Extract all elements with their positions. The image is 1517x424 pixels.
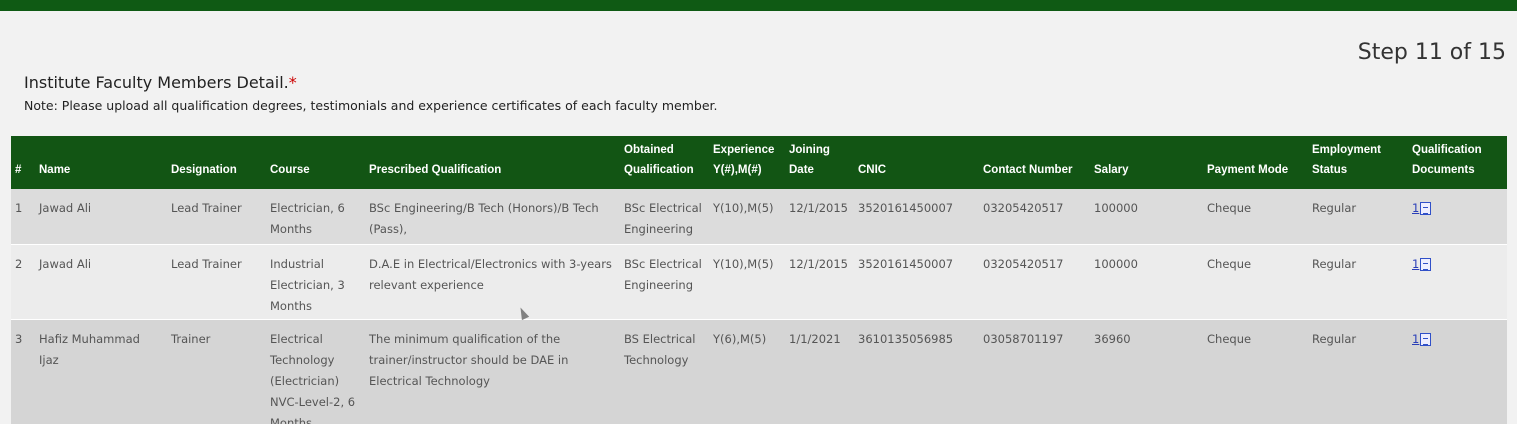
cell-name: Jawad Ali (35, 244, 167, 320)
cell-cnic: 3520161450007 (854, 244, 979, 320)
table-row: 2 Jawad Ali Lead Trainer Industrial Elec… (11, 244, 1507, 320)
cell-employment: Regular (1312, 331, 1357, 346)
cell-salary: 100000 (1090, 189, 1203, 245)
cell-salary: 36960 (1094, 331, 1131, 346)
cell-prescribed: D.A.E in Electrical/Electronics with 3-y… (365, 244, 620, 320)
cell-course: Electrical Technology (Electrician) NVC-… (270, 331, 356, 424)
col-header-contact: Contact Number (983, 164, 1073, 176)
table-header-row: # Name Designation Course Prescribed Qua… (11, 136, 1507, 189)
cell-obtained: BS Electrical Technology (624, 331, 696, 367)
table-row: 3 Hafiz Muhammad Ijaz Trainer Electrical… (11, 319, 1507, 424)
qualification-document-link[interactable]: 1 (1412, 329, 1432, 350)
document-icon (1420, 257, 1432, 271)
cell-prescribed: The minimum qualification of the trainer… (369, 331, 569, 388)
document-count: 1 (1412, 256, 1420, 271)
cell-contact: 03205420517 (979, 244, 1090, 320)
cell-prescribed: BSc Engineering/B Tech (Honors)/B Tech (… (365, 189, 620, 245)
cell-payment: Cheque (1203, 244, 1308, 320)
cell-joining: 12/1/2015 (785, 244, 854, 320)
document-icon (1420, 332, 1432, 346)
cell-joining: 1/1/2021 (789, 331, 841, 346)
cell-joining: 12/1/2015 (785, 189, 854, 245)
col-header-payment: Payment Mode (1207, 164, 1289, 176)
step-indicator: Step 11 of 15 (1357, 40, 1506, 65)
section-title: Institute Faculty Members Detail.* (24, 73, 297, 92)
cell-documents: 1 (1408, 244, 1507, 320)
qualification-document-link[interactable]: 1 (1412, 198, 1432, 219)
cell-payment: Cheque (1203, 189, 1308, 245)
qualification-document-link[interactable]: 1 (1412, 254, 1432, 275)
cell-contact: 03205420517 (979, 189, 1090, 245)
cell-designation: Lead Trainer (167, 189, 266, 245)
col-header-obtained: Obtained Qualification (624, 144, 694, 176)
col-header-course: Course (270, 164, 310, 176)
col-header-salary: Salary (1094, 164, 1129, 176)
cell-cnic: 3610135056985 (858, 331, 954, 346)
cell-obtained: BSc Electrical Engineering (620, 189, 709, 245)
cell-obtained: BSc Electrical Engineering (620, 244, 709, 320)
col-header-joining: Joining Date (789, 144, 830, 176)
cell-experience: Y(10),M(5) (709, 244, 785, 320)
cell-employment: Regular (1308, 244, 1408, 320)
cell-experience: Y(6),M(5) (713, 331, 767, 346)
cell-salary: 100000 (1090, 244, 1203, 320)
cell-designation: Trainer (171, 331, 211, 346)
col-header-cnic: CNIC (858, 164, 887, 176)
cell-documents: 1 (1408, 319, 1507, 424)
cell-course: Electrician, 6 Months (266, 189, 365, 245)
cell-num: 3 (15, 331, 23, 346)
section-title-text: Institute Faculty Members Detail. (24, 73, 289, 92)
col-header-prescribed: Prescribed Qualification (369, 164, 502, 176)
cell-num: 1 (11, 189, 35, 245)
document-icon (1420, 202, 1432, 215)
section-note: Note: Please upload all qualification de… (24, 98, 718, 113)
required-mark: * (288, 73, 297, 92)
cell-employment: Regular (1308, 189, 1408, 245)
cell-cnic: 3520161450007 (854, 189, 979, 245)
cell-documents: 1 (1408, 189, 1507, 245)
col-header-documents: Qualification Documents (1412, 144, 1482, 176)
col-header-employment: Employment Status (1312, 144, 1382, 176)
col-header-num: # (15, 164, 22, 176)
cell-contact: 03058701197 (983, 331, 1064, 346)
cell-experience: Y(10),M(5) (709, 189, 785, 245)
cell-name: Hafiz Muhammad Ijaz (39, 331, 140, 367)
document-count: 1 (1412, 201, 1420, 215)
document-count: 1 (1412, 331, 1420, 346)
cell-name: Jawad Ali (35, 189, 167, 245)
col-header-experience: Experience Y(#),M(#) (713, 144, 775, 176)
cell-num: 2 (11, 244, 35, 320)
table-row: 1 Jawad Ali Lead Trainer Electrician, 6 … (11, 189, 1507, 245)
cell-designation: Lead Trainer (167, 244, 266, 320)
col-header-designation: Designation (171, 164, 237, 176)
cell-payment: Cheque (1207, 331, 1252, 346)
col-header-name: Name (39, 164, 71, 176)
top-bar (0, 0, 1517, 11)
cell-course: Industrial Electrician, 3 Months (266, 244, 365, 320)
faculty-table: # Name Designation Course Prescribed Qua… (11, 136, 1507, 424)
